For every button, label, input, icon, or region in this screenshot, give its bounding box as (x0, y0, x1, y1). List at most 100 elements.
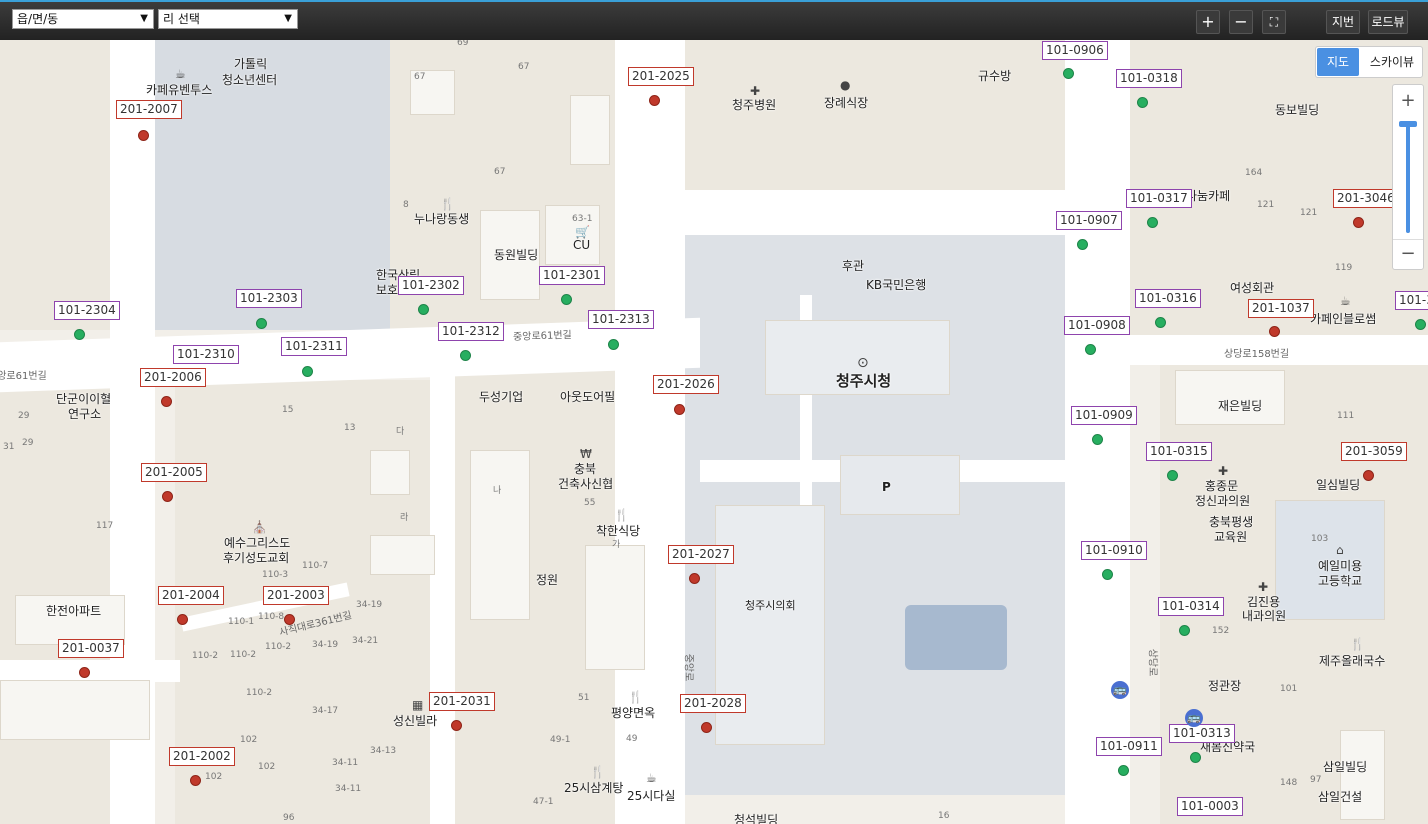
green-marker-icon[interactable] (1102, 569, 1113, 580)
road-name: 상당로158번길 (1224, 349, 1290, 360)
marker-label[interactable]: 201-1037 (1248, 299, 1314, 318)
marker-label[interactable]: 201-2031 (429, 692, 495, 711)
bus-stop-icon[interactable]: 🚌 (1185, 709, 1203, 727)
map-type-map-button[interactable]: 지도 (1317, 48, 1359, 76)
marker-label[interactable]: 101-0316 (1135, 289, 1201, 308)
marker-label[interactable]: 101-0911 (1096, 737, 1162, 756)
village-select[interactable]: 리 선택 ▼ (158, 9, 298, 29)
red-marker-icon[interactable] (1269, 326, 1280, 337)
zoom-plus-button[interactable]: + (1393, 87, 1423, 115)
green-marker-icon[interactable] (74, 329, 85, 340)
building (1340, 730, 1385, 820)
red-marker-icon[interactable] (649, 95, 660, 106)
cadastral-button[interactable]: 지번 (1326, 10, 1360, 34)
green-marker-icon[interactable] (1118, 765, 1129, 776)
marker-label[interactable]: 101-2302 (398, 276, 464, 295)
marker-label[interactable]: 101-2311 (281, 337, 347, 356)
marker-label[interactable]: 101-0318 (1116, 69, 1182, 88)
green-marker-icon[interactable] (1167, 470, 1178, 481)
marker-label[interactable]: 201-2028 (680, 694, 746, 713)
road (1065, 40, 1130, 824)
marker-label[interactable]: 101-0910 (1081, 541, 1147, 560)
marker-label[interactable]: 201-3046 (1333, 189, 1399, 208)
parcel-number: 16 (938, 811, 950, 821)
place-label: 정관장 (1208, 679, 1242, 693)
marker-label[interactable]: 101-0908 (1064, 316, 1130, 335)
red-marker-icon[interactable] (161, 396, 172, 407)
red-marker-icon[interactable] (451, 720, 462, 731)
marker-label[interactable]: 101-0906 (1042, 41, 1108, 60)
green-marker-icon[interactable] (1190, 752, 1201, 763)
marker-label[interactable]: 101-2303 (236, 289, 302, 308)
green-marker-icon[interactable] (1179, 625, 1190, 636)
zoom-slider-handle[interactable] (1399, 121, 1417, 127)
zoom-out-button[interactable]: − (1229, 10, 1253, 34)
red-marker-icon[interactable] (79, 667, 90, 678)
marker-label[interactable]: 101-2304 (54, 301, 120, 320)
green-marker-icon[interactable] (1077, 239, 1088, 250)
place-label: 고등학교 (1318, 574, 1363, 588)
green-marker-icon[interactable] (418, 304, 429, 315)
marker-label[interactable]: 101-0314 (1158, 597, 1224, 616)
red-marker-icon[interactable] (1353, 217, 1364, 228)
marker-label[interactable]: 101-2310 (173, 345, 239, 364)
marker-label[interactable]: 201-2002 (169, 747, 235, 766)
map-canvas[interactable]: 가톨릭 청소년센터 ☕ 카페유벤투스 ✚ 청주병원 ● 장례식장 규수방 동보빌… (0, 40, 1428, 824)
place-label: 재은빌딩 (1218, 399, 1263, 413)
zoom-slider-track[interactable] (1406, 123, 1410, 233)
red-marker-icon[interactable] (674, 404, 685, 415)
green-marker-icon[interactable] (1155, 317, 1166, 328)
hospital-icon: ✚ (1258, 580, 1269, 594)
marker-label[interactable]: 201-2025 (628, 67, 694, 86)
marker-label[interactable]: 201-2027 (668, 545, 734, 564)
marker-label[interactable]: 201-2026 (653, 375, 719, 394)
bus-stop-icon[interactable]: 🚌 (1111, 681, 1129, 699)
marker-label[interactable]: 201-0037 (58, 639, 124, 658)
marker-label[interactable]: 101-0907 (1056, 211, 1122, 230)
green-marker-icon[interactable] (608, 339, 619, 350)
green-marker-icon[interactable] (1137, 97, 1148, 108)
road (430, 370, 455, 824)
green-marker-icon[interactable] (1415, 319, 1426, 330)
marker-label[interactable]: 101-2301 (539, 266, 605, 285)
marker-label[interactable]: 101-2313 (588, 310, 654, 329)
marker-label[interactable]: 101-3 (1395, 291, 1428, 310)
marker-label[interactable]: 201-2005 (141, 463, 207, 482)
map-type-skyview-button[interactable]: 스카이뷰 (1364, 48, 1420, 76)
place-label: 보호 (376, 283, 399, 297)
building-icon: ▦ (412, 698, 424, 712)
place-label: 카페유벤투스 (146, 83, 213, 97)
marker-label[interactable]: 101-0003 (1177, 797, 1243, 816)
red-marker-icon[interactable] (177, 614, 188, 625)
region-select[interactable]: 읍/면/동 ▼ (12, 9, 154, 29)
fullscreen-button[interactable]: ⛶ (1262, 10, 1286, 34)
green-marker-icon[interactable] (460, 350, 471, 361)
zoom-in-button[interactable]: + (1196, 10, 1220, 34)
red-marker-icon[interactable] (701, 722, 712, 733)
green-marker-icon[interactable] (302, 366, 313, 377)
green-marker-icon[interactable] (1085, 344, 1096, 355)
marker-label[interactable]: 101-2312 (438, 322, 504, 341)
marker-label[interactable]: 201-2004 (158, 586, 224, 605)
green-marker-icon[interactable] (1063, 68, 1074, 79)
red-marker-icon[interactable] (162, 491, 173, 502)
red-marker-icon[interactable] (284, 614, 295, 625)
green-marker-icon[interactable] (1092, 434, 1103, 445)
red-marker-icon[interactable] (1363, 470, 1374, 481)
marker-label[interactable]: 101-0317 (1126, 189, 1192, 208)
red-marker-icon[interactable] (190, 775, 201, 786)
marker-label[interactable]: 201-2003 (263, 586, 329, 605)
marker-label[interactable]: 201-2006 (140, 368, 206, 387)
green-marker-icon[interactable] (256, 318, 267, 329)
green-marker-icon[interactable] (561, 294, 572, 305)
marker-label[interactable]: 101-0315 (1146, 442, 1212, 461)
marker-label[interactable]: 201-3059 (1341, 442, 1407, 461)
roadview-button[interactable]: 로드뷰 (1368, 10, 1408, 34)
marker-label[interactable]: 101-0909 (1071, 406, 1137, 425)
zoom-minus-button[interactable]: − (1393, 239, 1423, 267)
red-marker-icon[interactable] (138, 130, 149, 141)
green-marker-icon[interactable] (1147, 217, 1158, 228)
red-marker-icon[interactable] (689, 573, 700, 584)
marker-label[interactable]: 201-2007 (116, 100, 182, 119)
marker-label[interactable]: 101-0313 (1169, 724, 1235, 743)
